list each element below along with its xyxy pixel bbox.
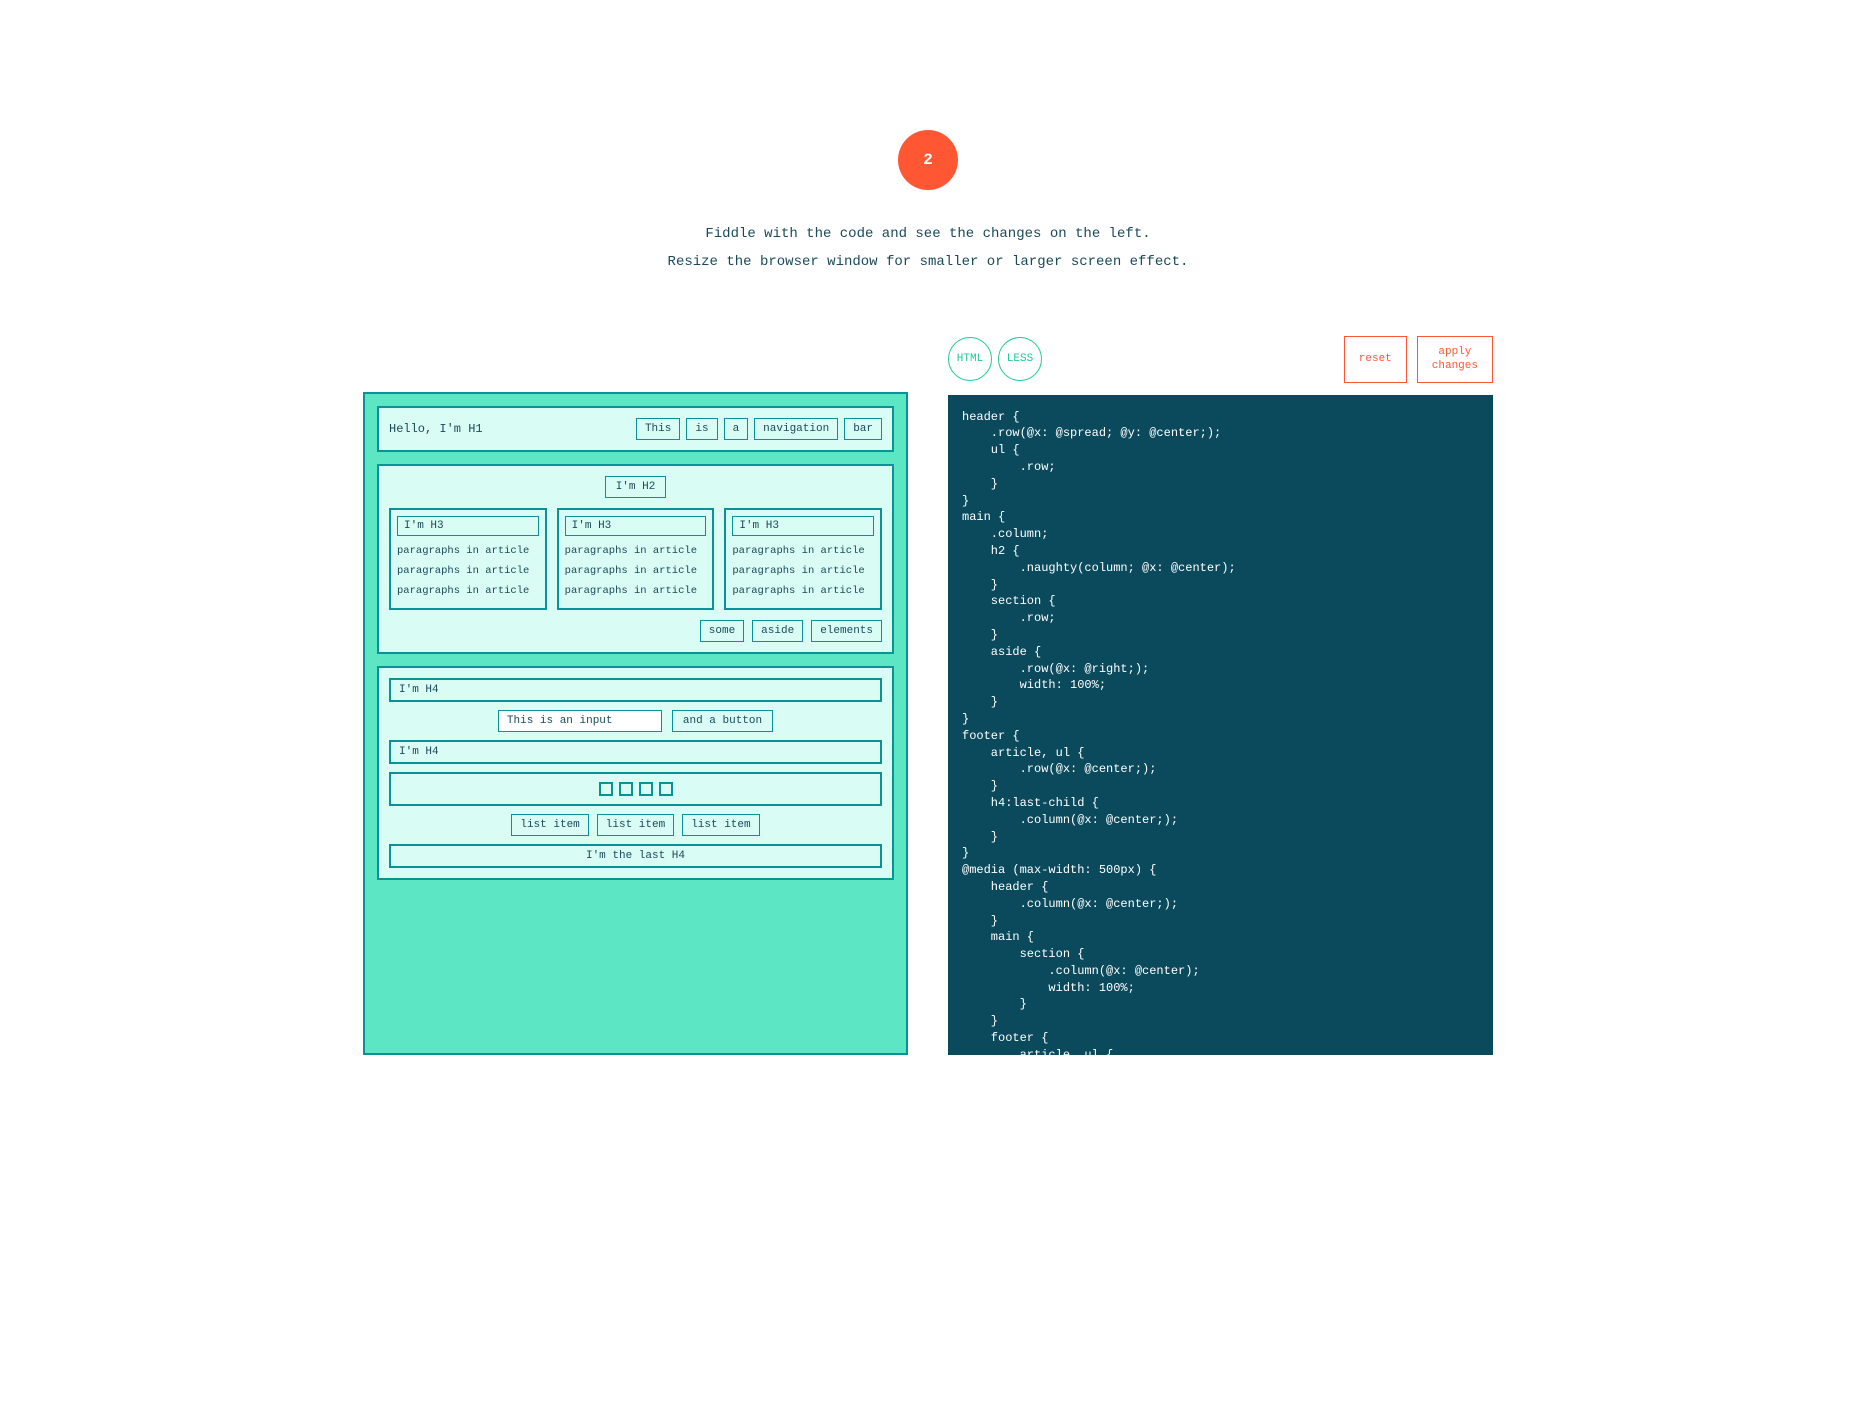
nav-item[interactable]: a <box>724 418 749 440</box>
preview-h2: I'm H2 <box>605 476 667 498</box>
preview-p: paragraphs in article <box>565 542 707 562</box>
preview-p: paragraphs in article <box>397 542 539 562</box>
preview-p: paragraphs in article <box>397 582 539 602</box>
preview-main: I'm H2 I'm H3 paragraphs in article para… <box>377 464 894 654</box>
preview-article: I'm H3 paragraphs in article paragraphs … <box>389 508 547 610</box>
tab-row: HTML LESS reset apply changes <box>948 336 1493 383</box>
preview-h1: Hello, I'm H1 <box>389 422 483 436</box>
nav-item[interactable]: This <box>636 418 680 440</box>
tab-less[interactable]: LESS <box>998 337 1042 381</box>
apply-changes-button[interactable]: apply changes <box>1417 336 1493 383</box>
preview-panel: Hello, I'm H1 This is a navigation bar I… <box>363 392 908 1055</box>
preview-img-row <box>389 772 882 806</box>
tabs: HTML LESS <box>948 337 1042 381</box>
placeholder-icon <box>659 782 673 796</box>
preview-header: Hello, I'm H1 This is a navigation bar <box>377 406 894 452</box>
code-panel: HTML LESS reset apply changes header { .… <box>948 336 1493 1055</box>
preview-h4-last: I'm the last H4 <box>389 844 882 868</box>
preview-article: I'm H3 paragraphs in article paragraphs … <box>724 508 882 610</box>
preview-section: I'm H3 paragraphs in article paragraphs … <box>389 508 882 610</box>
preview-p: paragraphs in article <box>732 542 874 562</box>
preview-h4: I'm H4 <box>389 678 882 702</box>
preview-aside: some aside elements <box>389 620 882 642</box>
instruction-line-1: Fiddle with the code and see the changes… <box>0 220 1856 248</box>
placeholder-icon <box>639 782 653 796</box>
reset-button[interactable]: reset <box>1344 336 1407 383</box>
instruction-line-2: Resize the browser window for smaller or… <box>0 248 1856 276</box>
nav-item[interactable]: navigation <box>754 418 838 440</box>
preview-p: paragraphs in article <box>732 582 874 602</box>
preview-button[interactable]: and a button <box>672 710 773 732</box>
list-item: list item <box>682 814 759 836</box>
aside-item: elements <box>811 620 882 642</box>
preview-h3: I'm H3 <box>565 516 707 536</box>
preview-list: list item list item list item <box>389 814 882 836</box>
list-item: list item <box>511 814 588 836</box>
preview-footer: I'm H4 and a button I'm H4 list item lis… <box>377 666 894 880</box>
list-item: list item <box>597 814 674 836</box>
aside-item: aside <box>752 620 803 642</box>
step-number: 2 <box>923 151 933 169</box>
tab-html[interactable]: HTML <box>948 337 992 381</box>
nav-item[interactable]: bar <box>844 418 882 440</box>
instructions: Fiddle with the code and see the changes… <box>0 220 1856 276</box>
nav-item[interactable]: is <box>686 418 717 440</box>
preview-p: paragraphs in article <box>565 562 707 582</box>
aside-item: some <box>700 620 744 642</box>
preview-h3: I'm H3 <box>732 516 874 536</box>
preview-nav: This is a navigation bar <box>636 418 882 440</box>
action-buttons: reset apply changes <box>1344 336 1493 383</box>
placeholder-icon <box>599 782 613 796</box>
main-area: Hello, I'm H1 This is a navigation bar I… <box>0 336 1856 1055</box>
preview-h3: I'm H3 <box>397 516 539 536</box>
preview-p: paragraphs in article <box>565 582 707 602</box>
preview-p: paragraphs in article <box>397 562 539 582</box>
preview-input[interactable] <box>498 710 662 732</box>
step-badge: 2 <box>898 130 958 190</box>
preview-h4: I'm H4 <box>389 740 882 764</box>
preview-article: I'm H3 paragraphs in article paragraphs … <box>557 508 715 610</box>
placeholder-icon <box>619 782 633 796</box>
preview-p: paragraphs in article <box>732 562 874 582</box>
code-editor[interactable]: header { .row(@x: @spread; @y: @center;)… <box>948 395 1493 1055</box>
